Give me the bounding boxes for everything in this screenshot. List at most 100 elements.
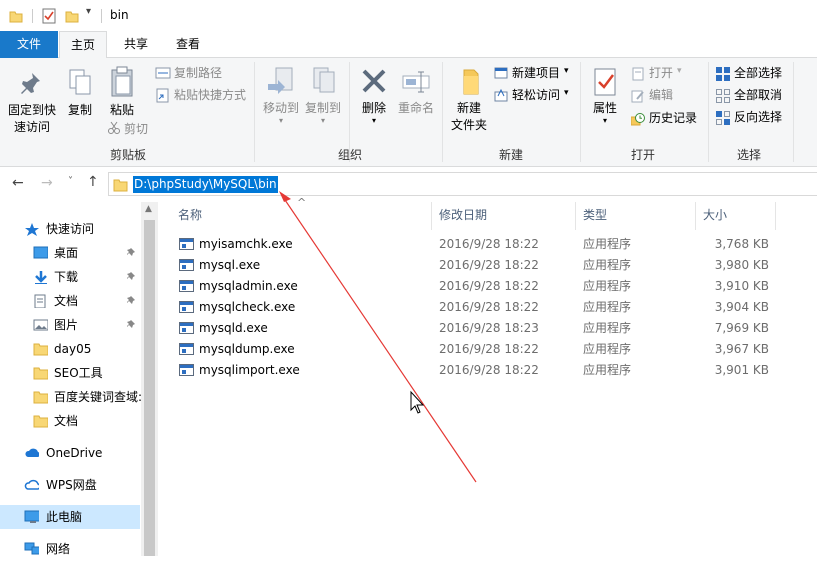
nav-item-onedrive[interactable]: OneDrive xyxy=(0,441,141,465)
column-header-name[interactable]: 名称 xyxy=(178,202,202,227)
dropdown-arrow-icon: ▾ xyxy=(371,116,376,125)
copy-to-button[interactable]: 复制到 ▾ xyxy=(302,66,344,126)
history-button[interactable]: 历史记录 xyxy=(649,110,697,126)
nav-item-desktop[interactable]: 桌面 xyxy=(0,241,141,265)
nav-item-this-pc[interactable]: 此电脑 xyxy=(0,505,140,529)
easy-access-button[interactable]: 轻松访问 xyxy=(512,87,560,103)
back-arrow-icon[interactable]: ← xyxy=(12,175,24,191)
up-arrow-icon[interactable]: ↑ xyxy=(87,174,99,190)
select-all-icon xyxy=(716,67,730,81)
paste-button[interactable]: 粘贴 xyxy=(104,66,140,126)
table-row[interactable]: mysqld.exe 2016/9/28 18:23 应用程序 7,969 KB xyxy=(158,318,817,339)
table-row[interactable]: mysqladmin.exe 2016/9/28 18:22 应用程序 3,91… xyxy=(158,276,817,297)
scrollbar-thumb[interactable] xyxy=(144,220,155,556)
properties-icon xyxy=(594,68,616,96)
column-header-type[interactable]: 类型 xyxy=(583,202,607,227)
paste-shortcut-button[interactable]: 粘贴快捷方式 xyxy=(174,87,246,103)
tab-home[interactable]: 主页 xyxy=(59,31,107,59)
copy-path-button[interactable]: 复制路径 xyxy=(174,65,222,81)
new-folder-quick-icon[interactable] xyxy=(65,9,79,23)
properties-button[interactable]: 属性 ▾ xyxy=(586,66,624,130)
column-header-date[interactable]: 修改日期 xyxy=(439,202,487,227)
nav-item-wps-cloud[interactable]: WPS网盘 xyxy=(0,473,141,497)
new-folder-button[interactable]: 新建 文件夹 xyxy=(447,66,491,142)
group-divider xyxy=(708,62,709,162)
exe-file-icon xyxy=(179,364,194,376)
table-row[interactable]: mysqldump.exe 2016/9/28 18:22 应用程序 3,967… xyxy=(158,339,817,360)
folder-icon xyxy=(33,415,48,428)
table-row[interactable]: myisamchk.exe 2016/9/28 18:22 应用程序 3,768… xyxy=(158,234,817,255)
forward-arrow-icon[interactable]: → xyxy=(41,175,53,191)
cut-button[interactable]: 剪切 xyxy=(124,121,148,137)
nav-item-label: OneDrive xyxy=(46,446,103,460)
nav-item-network[interactable]: 网络 xyxy=(0,537,141,561)
address-path-selected[interactable]: D:\phpStudy\MySQL\bin xyxy=(133,176,278,193)
sort-ascending-icon: ^ xyxy=(297,196,307,209)
pin-icon xyxy=(127,320,135,328)
rename-icon xyxy=(402,71,430,93)
tab-view[interactable]: 查看 xyxy=(165,31,211,58)
download-icon xyxy=(35,271,47,284)
open-button[interactable]: 打开 xyxy=(649,65,673,81)
star-icon xyxy=(25,223,39,236)
properties-quick-icon[interactable] xyxy=(42,8,56,24)
table-row[interactable]: mysqlcheck.exe 2016/9/28 18:22 应用程序 3,90… xyxy=(158,297,817,318)
copy-button[interactable]: 复制 xyxy=(63,66,97,126)
delete-label: 删除 xyxy=(361,101,386,115)
customize-quick-access-icon[interactable]: ▾ xyxy=(86,6,91,17)
select-all-button[interactable]: 全部选择 xyxy=(734,65,782,81)
nav-item-quick-access[interactable]: 快速访问 xyxy=(0,217,141,241)
nav-item-pictures[interactable]: 图片 xyxy=(0,313,141,337)
dropdown-arrow-icon: ▾ xyxy=(602,116,607,125)
file-name: mysqladmin.exe xyxy=(199,279,298,293)
easy-access-icon xyxy=(494,88,508,102)
file-size: 3,910 KB xyxy=(714,279,769,293)
nav-item-folder-baidu[interactable]: 百度关键词查域: xyxy=(0,385,142,409)
properties-label: 属性 xyxy=(592,101,617,115)
invert-selection-button[interactable]: 反向选择 xyxy=(734,109,782,125)
nav-item-documents[interactable]: 文档 xyxy=(0,289,141,313)
rename-button[interactable]: 重命名 xyxy=(394,66,438,126)
table-row[interactable]: mysql.exe 2016/9/28 18:22 应用程序 3,980 KB xyxy=(158,255,817,276)
copy-path-icon xyxy=(155,67,171,79)
folder-icon xyxy=(33,391,48,404)
new-item-button[interactable]: 新建项目 xyxy=(512,65,560,81)
column-divider[interactable] xyxy=(431,202,432,230)
recent-locations-chevron-icon[interactable]: ˅ xyxy=(68,176,73,187)
table-row[interactable]: mysqlimport.exe 2016/9/28 18:22 应用程序 3,9… xyxy=(158,360,817,381)
file-size: 3,904 KB xyxy=(714,300,769,314)
column-divider[interactable] xyxy=(695,202,696,230)
address-input[interactable]: D:\phpStudy\MySQL\bin xyxy=(108,172,817,196)
file-size: 7,969 KB xyxy=(714,321,769,335)
column-header-size[interactable]: 大小 xyxy=(703,202,727,227)
file-type: 应用程序 xyxy=(583,237,632,251)
delete-x-icon xyxy=(362,69,386,93)
delete-button[interactable]: 删除 ▾ xyxy=(354,66,394,126)
move-to-button[interactable]: 移动到 ▾ xyxy=(260,66,302,126)
nav-item-label: day05 xyxy=(54,342,92,356)
scroll-up-arrow-icon[interactable]: ▲ xyxy=(145,204,152,214)
file-name: mysqldump.exe xyxy=(199,342,295,356)
navigation-scrollbar[interactable]: ▲ xyxy=(141,202,158,556)
edit-button[interactable]: 编辑 xyxy=(649,87,673,103)
column-divider[interactable] xyxy=(775,202,776,230)
copy-label: 复制 xyxy=(67,103,92,117)
rename-label: 重命名 xyxy=(397,101,434,115)
column-divider[interactable] xyxy=(575,202,576,230)
file-type: 应用程序 xyxy=(583,300,632,314)
nav-item-folder-day05[interactable]: day05 xyxy=(0,337,141,361)
file-list-pane: ^ 名称 修改日期 类型 大小 myisamchk.exe 2016/9/28 … xyxy=(158,196,817,556)
tab-share[interactable]: 共享 xyxy=(113,31,159,58)
copy-icon xyxy=(69,69,91,95)
nav-item-folder-seo[interactable]: SEO工具 xyxy=(0,361,141,385)
select-none-button[interactable]: 全部取消 xyxy=(734,87,782,103)
select-group-label: 选择 xyxy=(736,148,761,162)
new-group-label: 新建 xyxy=(498,148,523,162)
nav-item-downloads[interactable]: 下载 xyxy=(0,265,141,289)
nav-item-folder-documents[interactable]: 文档 xyxy=(0,409,141,433)
file-date: 2016/9/28 18:22 xyxy=(439,300,539,314)
tab-file[interactable]: 文件 xyxy=(0,31,58,58)
computer-icon xyxy=(24,510,39,523)
pin-to-quick-access-button[interactable]: 固定到快 速访问 xyxy=(3,66,61,138)
nav-item-label: SEO工具 xyxy=(54,366,103,380)
